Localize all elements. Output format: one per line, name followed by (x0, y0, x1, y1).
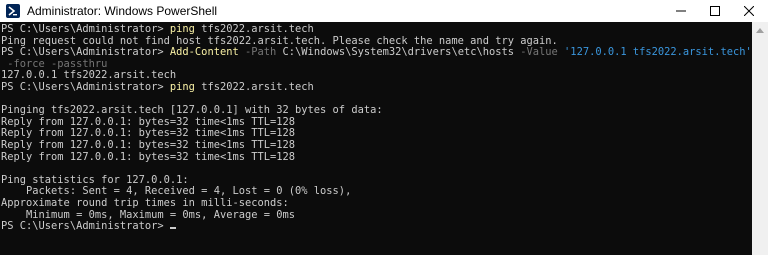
console-text: Reply from 127.0.0.1: bytes=32 time<1ms … (1, 115, 296, 128)
window-title: Administrator: Windows PowerShell (27, 4, 218, 18)
console-text: 127.0.0.1 tfs2022.arsit.tech (1, 69, 177, 82)
console-cmd-text: Add-Content (169, 46, 239, 59)
console-text: Packets: Sent = 4, Received = 4, Lost = … (1, 185, 352, 198)
console-line: Reply from 127.0.0.1: bytes=32 time<1ms … (1, 150, 752, 164)
console-cmd-text: ping (169, 80, 195, 93)
console-text: tfs2022.arsit.tech (194, 23, 314, 35)
console-text: C:\Windows\System32\drivers\etc\hosts (276, 46, 514, 59)
console-text: Minimum = 0ms, Maximum = 0ms, Average = … (1, 208, 296, 221)
console-text: Ping statistics for 127.0.0.1: (1, 173, 189, 186)
console-param-text: -Path (238, 46, 277, 59)
console-str-text: '127.0.0.1 tfs2022.arsit.tech' (557, 46, 752, 59)
console-param-text: -force -passthru (1, 57, 108, 70)
console-param-text: -Value (514, 46, 558, 59)
console-text: Ping request could not find host tfs2022… (1, 34, 558, 47)
text-cursor (169, 227, 176, 230)
console-text: Approximate round trip times in milli-se… (1, 196, 289, 209)
maximize-button[interactable] (700, 0, 730, 22)
powershell-icon (6, 4, 20, 18)
console-text: Reply from 127.0.0.1: bytes=32 time<1ms … (1, 138, 296, 151)
console-line: PS C:\Users\Administrator> ping tfs2022.… (1, 80, 752, 94)
close-button[interactable] (734, 0, 764, 22)
console-line: PS C:\Users\Administrator> Add-Content -… (1, 46, 752, 59)
console-text: PS C:\Users\Administrator> (1, 46, 170, 59)
console-text: PS C:\Users\Administrator> (1, 220, 170, 233)
minimize-icon (676, 10, 686, 12)
console-text: PS C:\Users\Administrator> (1, 80, 170, 93)
console-cmd-text: ping (169, 23, 195, 35)
console-text: Reply from 127.0.0.1: bytes=32 time<1ms … (1, 127, 296, 140)
console-text: PS C:\Users\Administrator> (1, 23, 170, 35)
console-line: PS C:\Users\Administrator> (1, 220, 752, 233)
vertical-scrollbar[interactable] (752, 22, 768, 255)
console-text: Pinging tfs2022.arsit.tech [127.0.0.1] w… (1, 104, 383, 117)
title-bar[interactable]: Administrator: Windows PowerShell (0, 0, 768, 22)
console-text: tfs2022.arsit.tech (194, 80, 314, 93)
minimize-button[interactable] (666, 0, 696, 22)
console-text: Reply from 127.0.0.1: bytes=32 time<1ms … (1, 150, 296, 163)
scroll-up-arrow-icon[interactable] (756, 28, 764, 33)
close-icon (744, 6, 754, 16)
console-output[interactable]: PS C:\Users\Administrator> ping tfs2022.… (0, 22, 752, 255)
maximize-icon (710, 6, 720, 16)
powershell-window: Administrator: Windows PowerShell PS C:\… (0, 0, 768, 255)
